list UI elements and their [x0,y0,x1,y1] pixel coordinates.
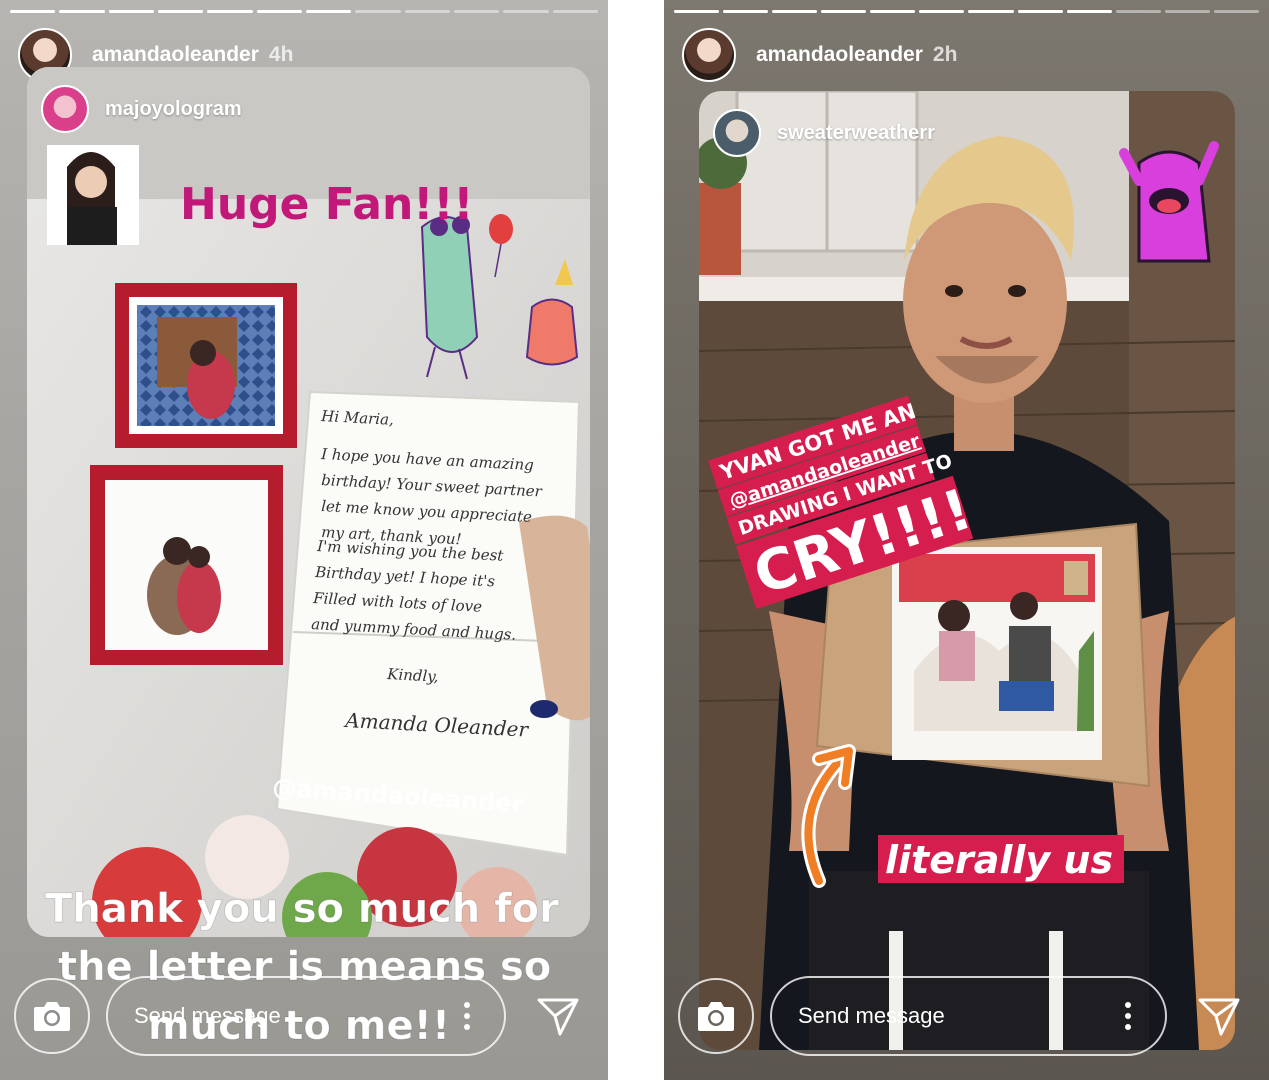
reposted-story-card[interactable]: YVAN GOT ME AN @amandaoleander DRAWING I… [699,91,1235,1050]
progress-segment [1213,10,1259,13]
story-timestamp: 4h [268,43,294,66]
camera-icon [34,1002,70,1031]
camera-icon [698,1002,734,1031]
send-message-placeholder: Send message [798,1003,945,1028]
repost-header: majoyologram [41,85,242,133]
progress-segment [1017,10,1063,13]
repost-header: sweaterweatherr [713,109,935,157]
story-right[interactable]: amandaoleander 2h YVAN GOT ME AN @amanda… [664,0,1269,1080]
huge-fan-sticker: Huge Fan!!! [180,179,474,230]
progress-segment [1115,10,1161,13]
camera-button[interactable] [14,978,90,1054]
paper-plane-icon [1198,998,1240,1036]
send-message-placeholder: Send message [134,1003,281,1028]
story-timestamp: 2h [932,43,958,66]
progress-segment-current [1066,10,1112,13]
progress-segment [256,10,302,13]
progress-segment [552,10,598,13]
reply-bar: Send message [14,976,588,1056]
progress-segment [355,10,401,13]
story-username[interactable]: amandaoleander [756,43,923,67]
progress-segment [10,10,56,13]
progress-segment [157,10,204,13]
repost-username[interactable]: majoyologram [105,98,242,121]
literally-us-sticker: literally us [885,838,1113,882]
camera-button[interactable] [678,978,754,1054]
story-progress [10,10,598,13]
send-message-input[interactable]: Send message [106,976,506,1056]
avatar[interactable] [682,28,736,82]
progress-segment [59,10,105,13]
more-options-icon[interactable] [464,1002,470,1035]
progress-segment [503,10,549,13]
story-progress [674,10,1259,13]
paper-plane-icon [537,998,579,1036]
drawing-photo: YVAN GOT ME AN @amandaoleander DRAWING I… [699,91,1235,1050]
reply-bar: Send message [678,976,1249,1056]
progress-segment [723,10,769,13]
send-button[interactable] [528,986,588,1046]
progress-segment [453,10,500,13]
letter-photo: Hi Maria, I hope you have an amazing bir… [27,67,590,937]
progress-segment [870,10,916,13]
story-left[interactable]: amandaoleander 4h Hi Maria, I hope you h… [0,0,608,1080]
progress-segment [674,10,720,13]
letter-closing: Kindly, [386,665,439,686]
repost-avatar[interactable] [41,85,89,133]
reposted-story-card[interactable]: Hi Maria, I hope you have an amazing bir… [27,67,590,937]
progress-segment [1164,10,1210,13]
progress-segment [772,10,818,13]
progress-segment [968,10,1014,13]
story-username[interactable]: amandaoleander [92,43,259,67]
story-header: amandaoleander 2h [682,28,957,82]
send-message-input[interactable]: Send message [770,976,1167,1056]
progress-segment [108,10,154,13]
send-button[interactable] [1189,986,1249,1046]
progress-segment [404,10,450,13]
letter-greeting: Hi Maria, [320,407,394,429]
progress-segment [919,10,965,13]
repost-username[interactable]: sweaterweatherr [777,122,935,145]
progress-segment [821,10,867,13]
more-options-icon[interactable] [1125,1002,1131,1035]
progress-segment-current [305,10,352,13]
progress-segment [207,10,253,13]
repost-avatar[interactable] [713,109,761,157]
